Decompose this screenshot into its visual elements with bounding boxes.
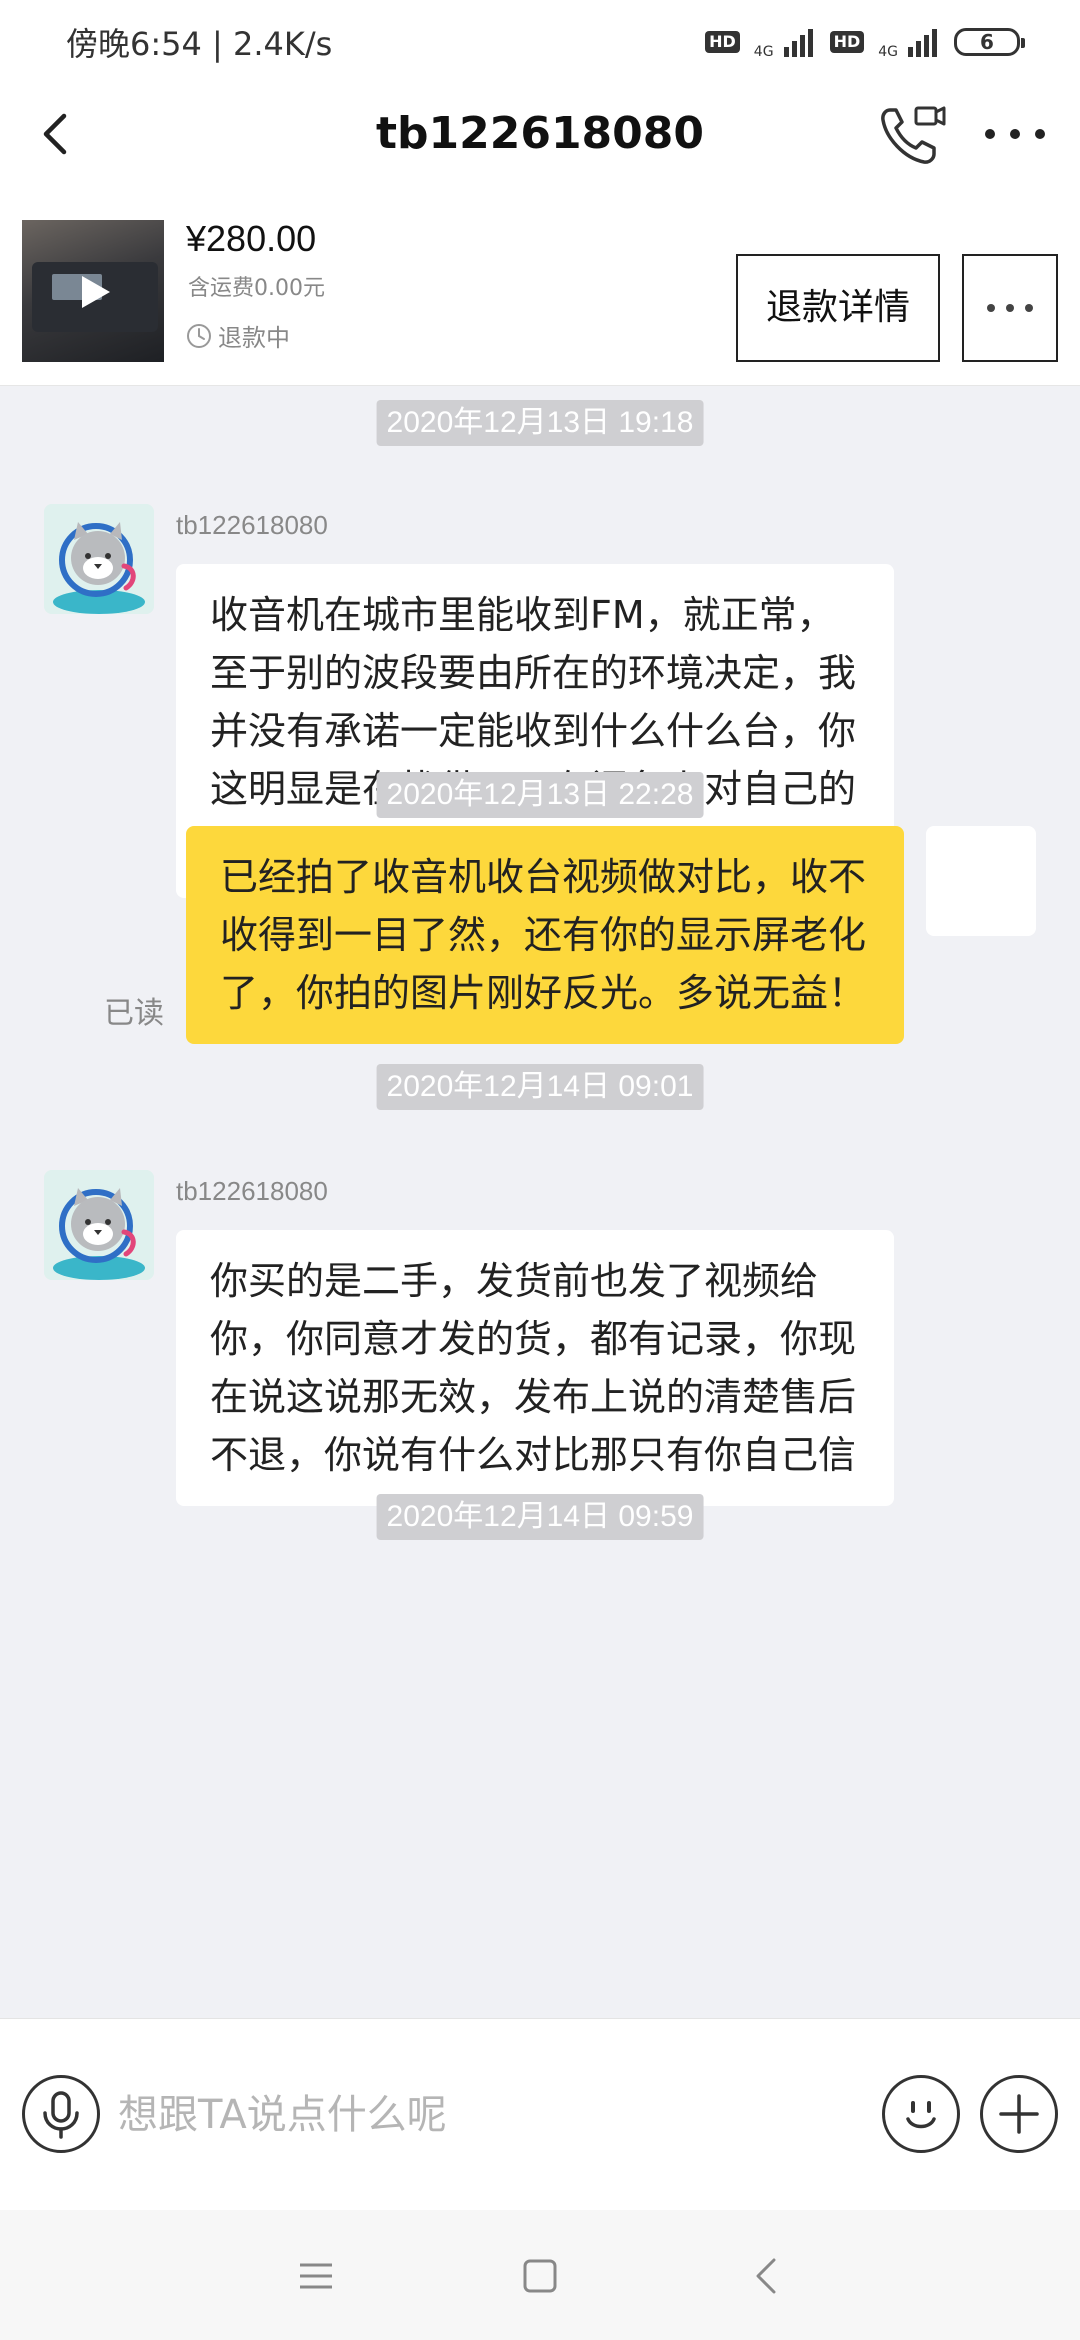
- more-dots-icon[interactable]: [980, 114, 1050, 154]
- shipping-fee: 含运费0.00元: [188, 276, 325, 301]
- product-price: ¥280.00: [186, 218, 317, 259]
- outgoing-message-bubble[interactable]: 已经拍了收音机收台视频做对比，收不收得到一目了然，还有你的显示屏老化了，你拍的图…: [186, 826, 904, 1044]
- signal-icon: [908, 29, 937, 57]
- play-icon: [82, 276, 110, 308]
- avatar[interactable]: [44, 504, 154, 614]
- microphone-icon: [43, 2091, 79, 2139]
- message-timestamp: 2020年12月13日 19:18: [376, 400, 704, 446]
- message-timestamp: 2020年12月14日 09:59: [376, 1494, 704, 1540]
- cat-avatar-icon: [44, 504, 154, 614]
- status-icons: HD 4G HD 4G 6: [705, 24, 1025, 60]
- smiley-icon: [906, 2101, 936, 2129]
- refund-details-button[interactable]: 退款详情: [736, 254, 940, 362]
- read-receipt: 已读: [104, 996, 164, 1031]
- message-input-bar: [0, 2018, 1080, 2210]
- network-type-label: 4G: [878, 44, 898, 60]
- plus-icon: [999, 2094, 1039, 2134]
- back-icon[interactable]: [744, 2252, 792, 2300]
- message-input[interactable]: [118, 2079, 858, 2151]
- network-type-label: 4G: [753, 44, 774, 60]
- chevron-left-icon[interactable]: [30, 108, 82, 160]
- refund-status-label: 退款中: [218, 324, 290, 352]
- cat-avatar-icon: [44, 1170, 154, 1280]
- chat-header: tb122618080: [0, 84, 1080, 184]
- message-timestamp: 2020年12月13日 22:28: [376, 772, 704, 818]
- chat-message-list[interactable]: 2020年12月13日 19:18 tb122618080 收音机在城市里能收到…: [0, 386, 1080, 2018]
- phone-video-icon[interactable]: [876, 98, 948, 170]
- status-bar: 傍晚6:54 | 2.4K/s HD 4G HD 4G 6: [0, 0, 1080, 84]
- more-dots-icon: [987, 304, 1033, 312]
- home-icon[interactable]: [516, 2252, 564, 2300]
- voice-input-button[interactable]: [22, 2075, 100, 2153]
- message-timestamp: 2020年12月14日 09:01: [376, 1064, 704, 1110]
- refund-status: 退款中: [186, 318, 290, 353]
- clock-icon: [187, 323, 211, 348]
- add-attachment-button[interactable]: [980, 2075, 1058, 2153]
- self-avatar[interactable]: [926, 826, 1036, 936]
- more-options-button[interactable]: [962, 254, 1058, 362]
- hd-badge: HD: [705, 31, 740, 53]
- status-time: 傍晚6:54 | 2.4K/s: [66, 25, 333, 63]
- sender-name: tb122618080: [176, 1176, 328, 1206]
- incoming-message-bubble[interactable]: 你买的是二手，发货前也发了视频给你，你同意才发的货，都有记录，你现在说这说那无效…: [176, 1230, 894, 1506]
- avatar[interactable]: [44, 1170, 154, 1280]
- sender-name: tb122618080: [176, 510, 328, 540]
- hd-badge: HD: [829, 31, 865, 53]
- menu-icon[interactable]: [292, 2252, 340, 2300]
- system-navigation-bar: [0, 2210, 1080, 2340]
- product-card: ¥280.00 含运费0.00元 退款中 退款详情: [0, 184, 1080, 386]
- emoji-button[interactable]: [882, 2075, 960, 2153]
- product-thumbnail[interactable]: [22, 220, 164, 362]
- signal-icon: [783, 29, 813, 57]
- battery-icon: 6: [954, 28, 1025, 56]
